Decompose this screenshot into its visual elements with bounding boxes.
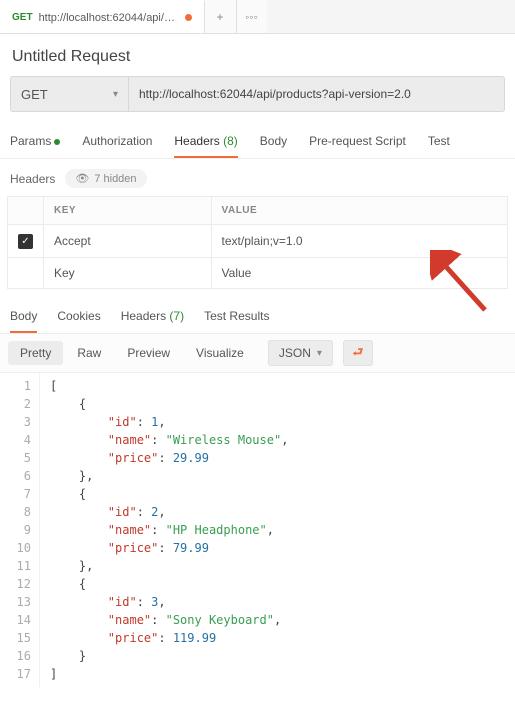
method-badge: GET [12, 12, 33, 23]
resp-tab-headers-label: Headers [121, 309, 166, 323]
raw-button[interactable]: Raw [65, 341, 113, 365]
method-picker-label: GET [21, 87, 48, 102]
header-key-placeholder[interactable]: Key [44, 258, 212, 289]
visualize-button[interactable]: Visualize [184, 341, 256, 365]
row-checkbox[interactable]: ✓ [18, 234, 33, 249]
table-row-empty: Key Value [8, 258, 508, 289]
table-row: ✓ Accept text/plain;v=1.0 [8, 225, 508, 258]
row-checkbox-empty[interactable] [8, 258, 44, 289]
resp-tab-body[interactable]: Body [10, 299, 37, 333]
url-row: GET ▾ [0, 76, 515, 124]
tab-headers-count: (8) [223, 134, 238, 148]
tab-bar: GET http://localhost:62044/api/prod... +… [0, 0, 515, 34]
header-value-cell[interactable]: text/plain;v=1.0 [211, 225, 507, 258]
headers-bar: Headers 👁 7 hidden [0, 159, 515, 196]
tab-authorization[interactable]: Authorization [82, 124, 152, 158]
tab-headers[interactable]: Headers (8) [174, 124, 237, 158]
checkbox-col-head [8, 197, 44, 225]
unsaved-dot-icon [185, 14, 192, 21]
format-dropdown[interactable]: JSON ▾ [268, 340, 333, 366]
request-tab[interactable]: GET http://localhost:62044/api/prod... [0, 0, 205, 33]
wrap-icon: ⮐ [353, 343, 364, 364]
resp-tab-headers-count: (7) [169, 309, 184, 323]
tab-params[interactable]: Params [10, 124, 60, 158]
resp-tab-cookies[interactable]: Cookies [57, 299, 100, 333]
response-tabs: Body Cookies Headers (7) Test Results [0, 299, 515, 334]
key-col-head: KEY [44, 197, 212, 225]
request-title: Untitled Request [0, 34, 515, 76]
tab-title: http://localhost:62044/api/prod... [39, 12, 179, 24]
resp-tab-headers[interactable]: Headers (7) [121, 299, 184, 333]
value-col-head: VALUE [211, 197, 507, 225]
tab-params-label: Params [10, 134, 51, 148]
request-subtabs: Params Authorization Headers (8) Body Pr… [0, 124, 515, 159]
format-label: JSON [279, 346, 311, 360]
header-key-cell[interactable]: Accept [44, 225, 212, 258]
method-picker[interactable]: GET ▾ [10, 76, 128, 112]
tab-prerequest[interactable]: Pre-request Script [309, 124, 406, 158]
eye-icon: 👁 [75, 172, 89, 185]
tab-options-button[interactable]: ◦◦◦ [237, 0, 267, 33]
preview-button[interactable]: Preview [115, 341, 182, 365]
params-active-dot-icon [54, 139, 60, 145]
new-tab-button[interactable]: + [205, 0, 237, 33]
tab-tests[interactable]: Test [428, 124, 450, 158]
chevron-down-icon: ▾ [113, 89, 118, 100]
code-content[interactable]: [ { "id": 1, "name": "Wireless Mouse", "… [40, 373, 298, 687]
headers-table: KEY VALUE ✓ Accept text/plain;v=1.0 Key … [7, 196, 508, 289]
tab-body[interactable]: Body [260, 124, 287, 158]
hidden-count: 7 hidden [94, 173, 136, 185]
response-body: 1234567891011121314151617 [ { "id": 1, "… [0, 373, 515, 687]
tab-headers-label: Headers [174, 134, 219, 148]
pretty-button[interactable]: Pretty [8, 341, 63, 365]
hidden-headers-toggle[interactable]: 👁 7 hidden [65, 169, 146, 188]
header-value-placeholder[interactable]: Value [211, 258, 507, 289]
url-input[interactable] [128, 76, 505, 112]
headers-title: Headers [10, 172, 55, 186]
resp-tab-testresults[interactable]: Test Results [204, 299, 269, 333]
pretty-bar: Pretty Raw Preview Visualize JSON ▾ ⮐ [0, 334, 515, 373]
wrap-line-button[interactable]: ⮐ [343, 340, 373, 366]
chevron-down-icon: ▾ [317, 348, 322, 359]
line-gutter: 1234567891011121314151617 [0, 373, 40, 687]
